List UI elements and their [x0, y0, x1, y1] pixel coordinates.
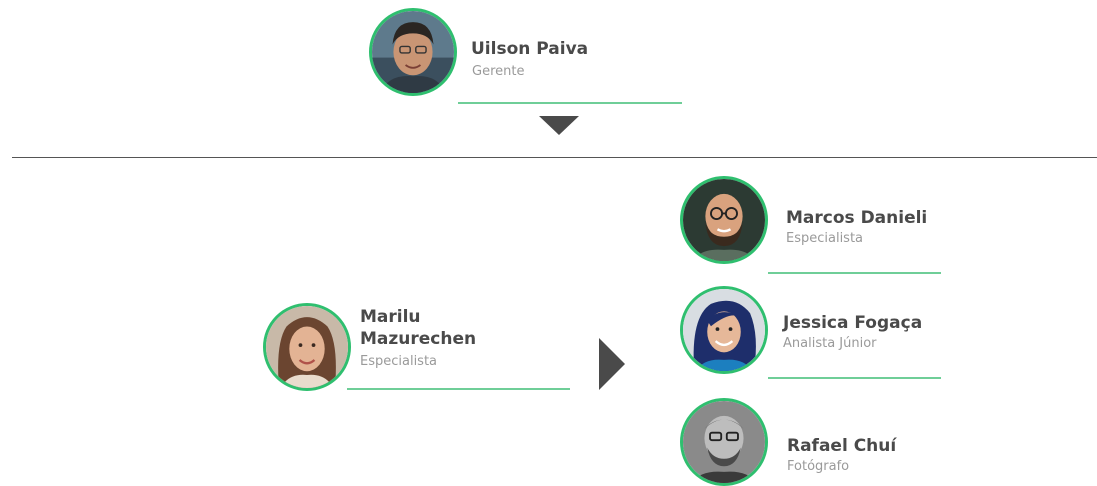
team-member-role: Especialista [786, 231, 864, 246]
manager-role: Gerente [472, 64, 525, 79]
person-photo-icon [372, 11, 454, 93]
team-member-avatar [680, 286, 768, 374]
team-member-role: Fotógrafo [787, 459, 850, 474]
lead-underline [347, 388, 570, 390]
person-photo-icon [683, 179, 765, 261]
team-member-avatar [680, 398, 768, 486]
level-divider [12, 157, 1097, 158]
team-member-name: Marcos Danieli [786, 208, 928, 228]
team-member-underline [768, 272, 941, 274]
team-member-avatar [680, 176, 768, 264]
expand-down-arrow-icon[interactable] [539, 116, 579, 135]
person-photo-icon [683, 401, 765, 483]
team-member-name: Jessica Fogaça [783, 313, 923, 333]
manager-avatar [369, 8, 457, 96]
person-photo-icon [266, 306, 348, 388]
manager-name: Uilson Paiva [471, 39, 589, 59]
lead-name-line2: Mazurechen [360, 329, 477, 349]
manager-underline [458, 102, 682, 104]
team-member-name: Rafael Chuí [787, 436, 897, 456]
lead-role: Especialista [360, 354, 438, 369]
team-member-underline [768, 377, 941, 379]
person-photo-icon [683, 289, 765, 371]
team-member-role: Analista Júnior [783, 336, 877, 351]
lead-avatar [263, 303, 351, 391]
expand-right-arrow-icon[interactable] [599, 338, 625, 390]
lead-name-line1: Marilu [360, 307, 421, 327]
